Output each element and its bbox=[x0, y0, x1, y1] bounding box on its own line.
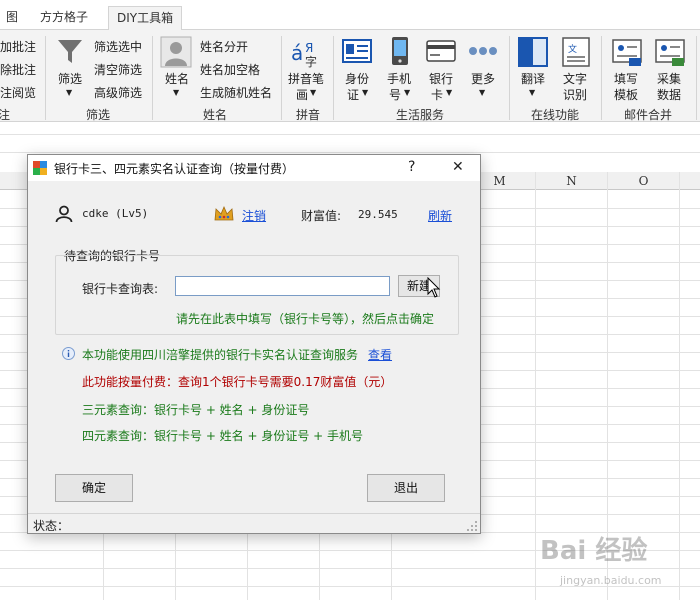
dropdown-arrow-icon: ▼ bbox=[404, 88, 411, 97]
mouse-cursor-icon bbox=[427, 277, 441, 298]
filter-selected-button[interactable]: 筛选选中 bbox=[94, 38, 142, 55]
three-element-text: 三元素查询：银行卡号 + 姓名 + 身份证号 bbox=[82, 403, 310, 417]
dialog-title: 银行卡三、四元素实名认证查询（按量付费） bbox=[54, 162, 295, 176]
exit-button[interactable]: 退出 bbox=[367, 474, 445, 502]
tab-fangfang[interactable]: 方方格子 bbox=[32, 6, 96, 30]
column-header-o[interactable]: O bbox=[607, 172, 679, 190]
tab-diy-toolbox[interactable]: DIY工具箱 bbox=[108, 6, 183, 31]
bank-card-button-line1[interactable]: 银行 bbox=[429, 70, 453, 87]
info-text: 本功能使用四川涪擎提供的银行卡实名认证查询服务 bbox=[82, 348, 359, 362]
dropdown-arrow-icon: ▼ bbox=[362, 88, 369, 97]
dropdown-arrow-icon: ▼ bbox=[66, 88, 73, 97]
status-label: 状态： bbox=[33, 519, 70, 533]
svg-text:Я: Я bbox=[305, 41, 313, 55]
user-icon bbox=[55, 205, 73, 223]
query-table-label: 银行卡查询表: bbox=[82, 282, 159, 296]
pinyin-icon: á Я 字 bbox=[291, 41, 317, 68]
dropdown-arrow-icon: ▼ bbox=[446, 88, 453, 97]
phone-button-line2[interactable]: 号 bbox=[389, 86, 401, 103]
ocr-button-line1[interactable]: 文字 bbox=[563, 70, 587, 87]
random-name-button[interactable]: 生成随机姓名 bbox=[200, 84, 272, 101]
id-card-button-line1[interactable]: 身份 bbox=[345, 70, 369, 87]
close-icon[interactable]: ✕ bbox=[452, 159, 464, 175]
name-add-space-button[interactable]: 姓名加空格 bbox=[200, 61, 260, 78]
column-header-n[interactable]: N bbox=[535, 172, 607, 190]
refresh-link[interactable]: 刷新 bbox=[428, 207, 452, 224]
ribbon: 加批注 除批注 注阅览 注 筛选 ▼ 筛选选中 清空筛选 高级筛选 筛选 姓名 … bbox=[0, 30, 700, 122]
price-text: 此功能按量付费：查询1个银行卡号需要0.17财富值（元） bbox=[82, 375, 393, 389]
clear-filter-button[interactable]: 清空筛选 bbox=[94, 61, 142, 78]
resize-grip-icon[interactable] bbox=[466, 520, 478, 532]
fill-template-button-line1[interactable]: 填写 bbox=[614, 70, 638, 87]
dropdown-arrow-icon: ▼ bbox=[173, 88, 180, 97]
mobile-phone-icon bbox=[392, 37, 408, 65]
crown-icon bbox=[214, 205, 234, 221]
user-name: cdke (Lv5) bbox=[82, 207, 149, 220]
name-big-button[interactable]: 姓名 bbox=[165, 70, 189, 87]
watermark-brand: Bai 经验 bbox=[540, 536, 648, 566]
svg-text:字: 字 bbox=[305, 54, 317, 68]
fill-template-button-line2[interactable]: 模板 bbox=[614, 86, 638, 103]
more-button[interactable]: 更多 bbox=[471, 70, 495, 87]
hint-text: 请先在此表中填写（银行卡号等），然后点击确定 bbox=[176, 312, 435, 326]
life-services-group-label: 生活服务 bbox=[396, 108, 445, 122]
pinyin-group-label: 拼音 bbox=[296, 108, 321, 122]
add-comment-button[interactable]: 加批注 bbox=[0, 38, 36, 55]
comment-group-label: 注 bbox=[0, 108, 11, 122]
mail-merge-group-label: 邮件合并 bbox=[624, 108, 673, 122]
more-dots-icon bbox=[469, 47, 497, 55]
query-table-input[interactable] bbox=[175, 276, 390, 296]
dialog-status-bar: 状态： bbox=[28, 513, 480, 533]
review-comment-button[interactable]: 注阅览 bbox=[0, 84, 36, 101]
dialog-title-bar[interactable]: 银行卡三、四元素实名认证查询（按量付费） ? ✕ bbox=[28, 155, 480, 181]
advanced-filter-button[interactable]: 高级筛选 bbox=[94, 84, 142, 101]
filter-group-label: 筛选 bbox=[86, 108, 111, 122]
collect-data-icon bbox=[655, 39, 685, 66]
dropdown-arrow-icon: ▼ bbox=[310, 88, 317, 97]
info-icon bbox=[62, 347, 75, 360]
ocr-button-line2[interactable]: 识别 bbox=[563, 86, 587, 103]
svg-text:á: á bbox=[291, 41, 303, 65]
person-icon bbox=[160, 36, 192, 68]
app-logo-icon bbox=[33, 161, 47, 175]
dropdown-arrow-icon: ▼ bbox=[479, 88, 486, 97]
split-name-button[interactable]: 姓名分开 bbox=[200, 38, 248, 55]
bank-card-icon bbox=[426, 40, 456, 62]
delete-comment-button[interactable]: 除批注 bbox=[0, 61, 36, 78]
filter-big-button[interactable]: 筛选 bbox=[58, 70, 82, 87]
bank-card-verification-dialog: 银行卡三、四元素实名认证查询（按量付费） ? ✕ cdke (Lv5) 注销 财… bbox=[27, 154, 481, 534]
pinyin-stroke-button-line1[interactable]: 拼音笔 bbox=[288, 70, 324, 87]
funnel-icon bbox=[58, 40, 82, 63]
fill-template-icon bbox=[612, 39, 642, 66]
watermark-url: jingyan.baidu.com bbox=[560, 574, 662, 587]
collect-data-button-line1[interactable]: 采集 bbox=[657, 70, 681, 87]
id-card-button-line2[interactable]: 证 bbox=[347, 86, 359, 103]
help-button[interactable]: ? bbox=[408, 159, 415, 175]
phone-button-line1[interactable]: 手机 bbox=[387, 70, 411, 87]
dropdown-arrow-icon: ▼ bbox=[529, 88, 536, 97]
online-group-label: 在线功能 bbox=[531, 108, 580, 122]
ribbon-tab-bar: 图 方方格子 DIY工具箱 bbox=[0, 0, 700, 31]
view-link[interactable]: 查看 bbox=[368, 346, 392, 363]
tab-partial[interactable]: 图 bbox=[0, 6, 26, 30]
svg-text:文: 文 bbox=[568, 43, 577, 55]
wealth-label: 财富值: bbox=[301, 209, 342, 223]
name-group-label: 姓名 bbox=[203, 108, 228, 122]
four-element-text: 四元素查询：银行卡号 + 姓名 + 身份证号 + 手机号 bbox=[82, 429, 364, 443]
id-card-icon bbox=[342, 39, 372, 63]
translate-icon bbox=[518, 37, 548, 67]
translate-button[interactable]: 翻译 bbox=[521, 70, 545, 87]
logout-link[interactable]: 注销 bbox=[242, 207, 266, 224]
wealth-value: 29.545 bbox=[358, 208, 398, 221]
pinyin-stroke-button-line2[interactable]: 画 bbox=[296, 86, 308, 103]
bank-card-button-line2[interactable]: 卡 bbox=[431, 86, 443, 103]
ok-button[interactable]: 确定 bbox=[55, 474, 133, 502]
ocr-text-icon: 文 bbox=[562, 37, 590, 67]
collect-data-button-line2[interactable]: 数据 bbox=[657, 86, 681, 103]
